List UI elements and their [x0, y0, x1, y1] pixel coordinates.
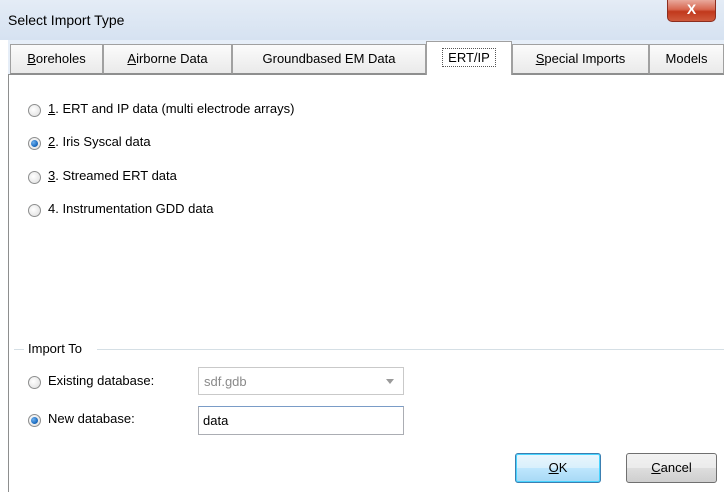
chevron-down-icon: [386, 379, 394, 384]
import-type-3-label[interactable]: 3. Streamed ERT data: [48, 168, 177, 183]
new-database-radio[interactable]: [28, 414, 41, 427]
window-title: Select Import Type: [8, 12, 125, 28]
import-type-3-radio[interactable]: [28, 171, 41, 184]
import-type-4-label[interactable]: 4. Instrumentation GDD data: [48, 201, 213, 216]
ok-button[interactable]: OK: [515, 453, 601, 483]
tab-special-imports[interactable]: Special Imports: [512, 44, 649, 74]
existing-database-dropdown[interactable]: sdf.gdb: [198, 367, 404, 395]
existing-database-radio[interactable]: [28, 376, 41, 389]
import-type-2-label[interactable]: 2. Iris Syscal data: [48, 134, 151, 149]
import-type-4-radio[interactable]: [28, 204, 41, 217]
import-type-2-radio[interactable]: [28, 137, 41, 150]
tab-ert-ip[interactable]: ERT/IP: [426, 41, 512, 75]
tab-groundbased-em-data[interactable]: Groundbased EM Data: [232, 44, 426, 74]
group-separator: [97, 349, 724, 350]
group-separator-left: [14, 349, 24, 350]
existing-database-value: sdf.gdb: [204, 374, 247, 389]
new-database-input[interactable]: [199, 407, 399, 433]
import-to-group-label: Import To: [28, 341, 82, 356]
tab-models[interactable]: Models: [649, 44, 724, 74]
existing-database-label[interactable]: Existing database:: [48, 373, 154, 388]
close-icon: X: [686, 1, 697, 17]
title-bar: Select Import Type X: [0, 0, 724, 40]
tab-strip: Boreholes Airborne Data Groundbased EM D…: [8, 40, 724, 75]
tab-airborne-data[interactable]: Airborne Data: [103, 44, 232, 74]
import-type-1-radio[interactable]: [28, 104, 41, 117]
new-database-label[interactable]: New database:: [48, 411, 135, 426]
tab-boreholes[interactable]: Boreholes: [10, 44, 103, 74]
import-type-1-label[interactable]: 1. ERT and IP data (multi electrode arra…: [48, 101, 294, 116]
new-database-field-wrapper: [198, 406, 404, 435]
cancel-button[interactable]: Cancel: [626, 453, 717, 483]
close-button[interactable]: X: [667, 0, 716, 22]
